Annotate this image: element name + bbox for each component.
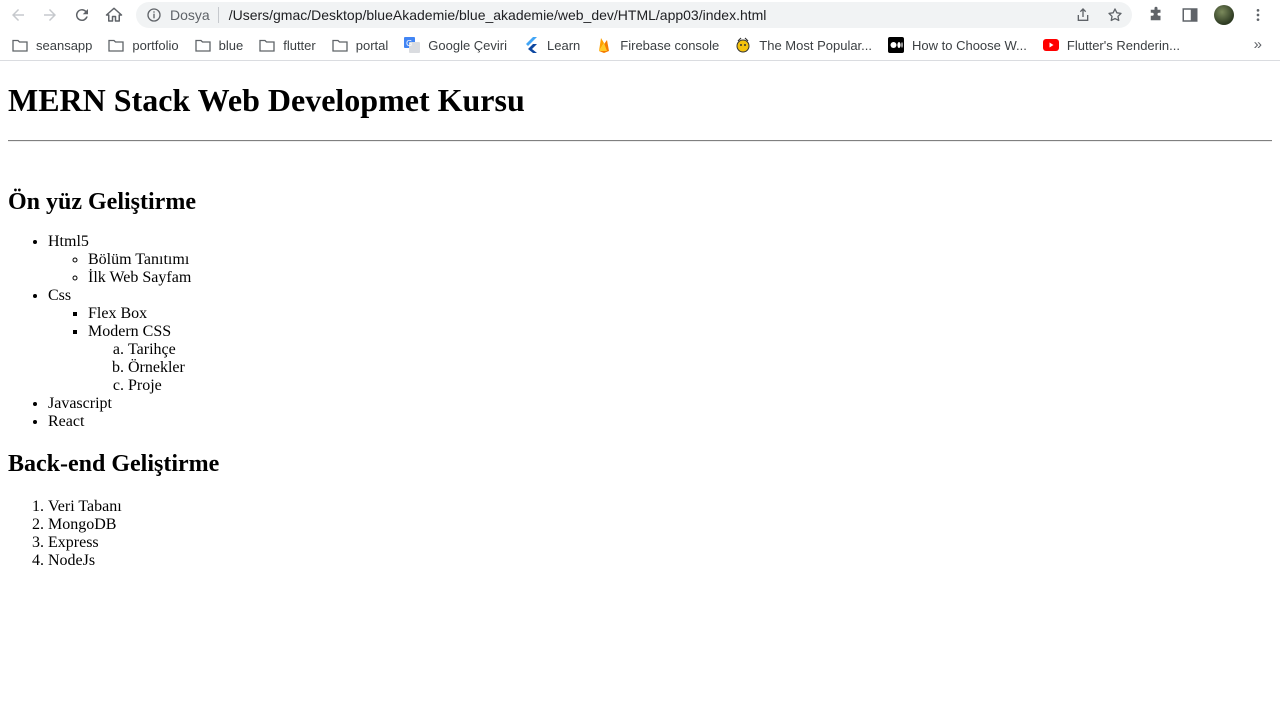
- bookmark-label: blue: [218, 37, 244, 53]
- bookmark-flutter[interactable]: flutter: [259, 38, 316, 53]
- list-item: İlk Web Sayfam: [88, 269, 1272, 287]
- bookmark-label: seansapp: [36, 37, 93, 53]
- bookmark-label: portfolio: [132, 37, 179, 53]
- list-item: Javascript: [48, 395, 1272, 413]
- bookmark-label: The Most Popular...: [759, 37, 873, 53]
- divider: [217, 7, 219, 23]
- forward-button[interactable]: [36, 4, 64, 26]
- extensions-puzzle-icon[interactable]: [1146, 5, 1166, 25]
- youtube-icon: [1042, 38, 1059, 52]
- bookmark-how-to-choose[interactable]: How to Choose W...: [888, 37, 1027, 53]
- bookmark-label: portal: [355, 37, 389, 53]
- url-text[interactable]: /Users/gmac/Desktop/blueAkademie/blue_ak…: [229, 7, 767, 23]
- folder-icon: [108, 38, 125, 52]
- bookmark-flutter-rendering[interactable]: Flutter's Renderin...: [1042, 37, 1180, 53]
- folder-icon: [332, 38, 348, 52]
- list-item: Modern CSS Tarihçe Örnekler Proje: [88, 323, 1272, 395]
- browser-toolbar: Dosya /Users/gmac/Desktop/blueAkademie/b…: [0, 0, 1280, 30]
- list-item: React: [48, 413, 1272, 431]
- frontend-heading: Ön yüz Geliştirme: [8, 189, 196, 215]
- bookmark-label: Firebase console: [620, 37, 720, 53]
- site-icon: [735, 37, 751, 53]
- profile-avatar[interactable]: [1214, 5, 1234, 25]
- bookmark-most-popular[interactable]: The Most Popular...: [735, 38, 872, 53]
- bookmark-portfolio[interactable]: portfolio: [108, 37, 179, 53]
- arrow-right-icon: [44, 9, 56, 21]
- backend-heading: Back-end Geliştirme: [8, 451, 220, 477]
- home-button[interactable]: [100, 4, 128, 26]
- list-item: Flex Box: [88, 305, 1272, 323]
- google-translate-icon: G: [404, 37, 421, 53]
- bookmark-label: Google Çeviri: [428, 37, 508, 53]
- medium-icon: [888, 37, 905, 53]
- css-label: Css: [48, 287, 72, 304]
- home-icon: [105, 7, 123, 22]
- svg-text:G: G: [406, 39, 412, 48]
- bookmark-blue[interactable]: blue: [194, 37, 244, 53]
- chevron-double-right-icon[interactable]: »: [1254, 36, 1262, 53]
- frontend-list: Html5 Bölüm Tanıtımı İlk Web Sayfam Css …: [8, 233, 1272, 431]
- list-item: Proje: [128, 377, 1272, 395]
- list-item: MongoDB: [48, 516, 1272, 534]
- css-sublist: Flex Box Modern CSS Tarihçe Örnekler Pro…: [48, 305, 1272, 395]
- menu-kebab-icon[interactable]: [1248, 5, 1268, 25]
- scheme-label: Dosya: [170, 7, 210, 23]
- list-item: Css Flex Box Modern CSS Tarihçe Örnekler…: [48, 287, 1272, 395]
- share-icon[interactable]: [1074, 6, 1092, 24]
- list-item: Tarihçe: [128, 341, 1272, 359]
- list-item: Express: [48, 534, 1272, 552]
- bookmark-google-ceviri[interactable]: G Google Çeviri: [404, 37, 508, 53]
- reload-icon: [75, 9, 88, 22]
- arrow-left-icon: [12, 9, 24, 21]
- back-button[interactable]: [4, 4, 32, 26]
- modern-css-sublist: Tarihçe Örnekler Proje: [88, 341, 1272, 395]
- flutter-icon: [523, 37, 539, 53]
- bookmark-firebase[interactable]: Firebase console: [596, 38, 719, 53]
- list-item: NodeJs: [48, 552, 1272, 570]
- modern-css-label: Modern CSS: [88, 323, 172, 340]
- info-icon[interactable]: [146, 7, 162, 23]
- bookmark-star-icon[interactable]: [1106, 6, 1124, 24]
- bookmark-label: Learn: [547, 37, 581, 53]
- list-item: Bölüm Tanıtımı: [88, 251, 1272, 269]
- divider: [8, 140, 1272, 142]
- backend-list: Veri Tabanı MongoDB Express NodeJs: [8, 498, 1272, 570]
- folder-icon: [194, 38, 211, 52]
- bookmark-label: How to Choose W...: [912, 37, 1027, 53]
- list-item: Html5 Bölüm Tanıtımı İlk Web Sayfam: [48, 233, 1272, 287]
- list-item: Örnekler: [128, 359, 1272, 377]
- side-panel-icon[interactable]: [1180, 5, 1200, 25]
- bookmark-seansapp[interactable]: seansapp: [12, 38, 92, 53]
- folder-icon: [259, 38, 275, 52]
- address-bar[interactable]: Dosya /Users/gmac/Desktop/blueAkademie/b…: [136, 2, 1132, 28]
- bookmark-learn[interactable]: Learn: [523, 37, 581, 53]
- firebase-icon: [596, 38, 612, 53]
- folder-icon: [12, 38, 28, 52]
- html5-sublist: Bölüm Tanıtımı İlk Web Sayfam: [48, 251, 1272, 287]
- bookmark-label: Flutter's Renderin...: [1066, 37, 1180, 53]
- page-content: MERN Stack Web Developmet Kursu Ön yüz G…: [0, 82, 1280, 570]
- html5-label: Html5: [48, 233, 89, 250]
- reload-button[interactable]: [68, 4, 96, 26]
- list-item: Veri Tabanı: [48, 498, 1272, 516]
- bookmarks-bar: seansapp portfolio blue flutter portal G…: [0, 30, 1280, 61]
- bookmark-portal[interactable]: portal: [332, 37, 389, 53]
- bookmark-label: flutter: [283, 37, 316, 53]
- page-title: MERN Stack Web Developmet Kursu: [8, 82, 525, 118]
